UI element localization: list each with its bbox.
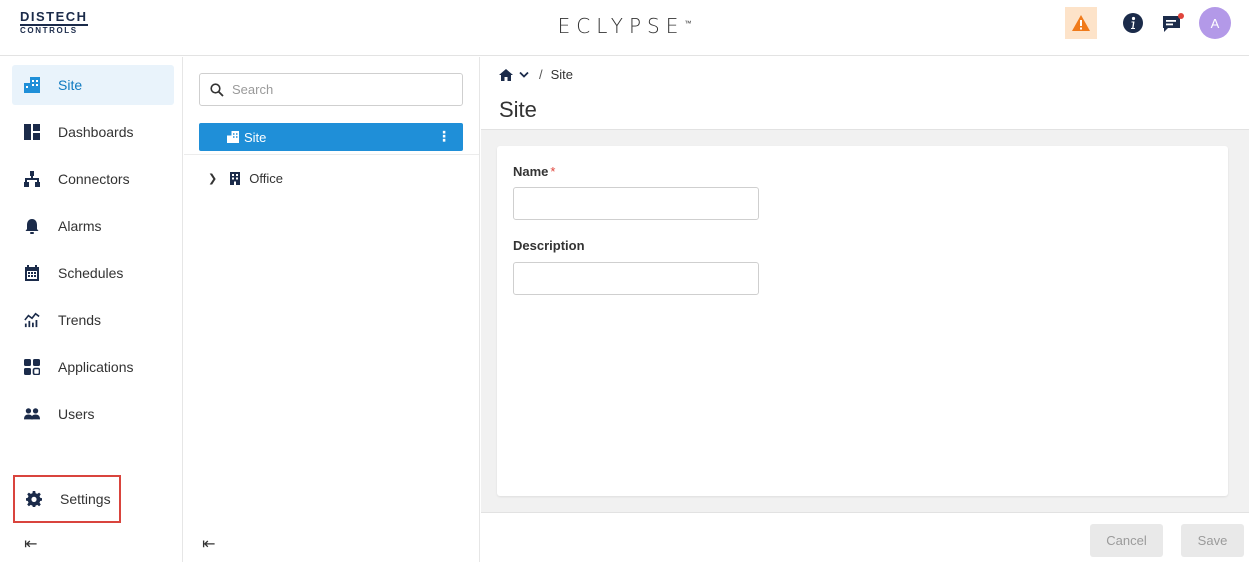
tree-item-label: Site (244, 129, 267, 145)
building-icon (24, 77, 40, 93)
info-circle-icon (1123, 13, 1143, 33)
sidebar-item-label: Applications (58, 359, 134, 375)
site-form-card: Name * Description (497, 146, 1228, 496)
name-field[interactable] (513, 187, 759, 220)
product-name: ECLYPSE (557, 14, 685, 38)
sidebar-item-label: Trends (58, 312, 102, 328)
description-label: Description (513, 238, 585, 253)
cancel-button[interactable]: Cancel (1090, 524, 1163, 557)
sidebar-item-label: Users (58, 406, 95, 422)
sidebar-item-label: Settings (60, 491, 111, 507)
tree-item-label: Office (249, 171, 283, 186)
tree-search (199, 73, 463, 106)
sidebar-item-connectors[interactable]: Connectors (12, 159, 174, 199)
app-header: DISTECH CONTROLS ECLYPSE™ A (0, 0, 1249, 56)
more-options-icon[interactable]: ⋮ (437, 128, 451, 145)
sidebar-item-label: Alarms (58, 218, 102, 234)
breadcrumb-separator: / (539, 67, 543, 82)
sidebar-item-dashboards[interactable]: Dashboards (12, 112, 174, 152)
apps-grid-icon (24, 359, 40, 375)
description-field[interactable] (513, 262, 759, 295)
collapse-nav-icon[interactable]: ⇤ (24, 534, 37, 554)
sidebar-item-label: Connectors (58, 171, 130, 187)
sidebar-item-alarms[interactable]: Alarms (12, 206, 174, 246)
office-building-icon (230, 172, 241, 185)
sidebar-item-schedules[interactable]: Schedules (12, 253, 174, 293)
warning-triangle-icon (1072, 15, 1090, 31)
save-button[interactable]: Save (1181, 524, 1244, 557)
product-logo: ECLYPSE™ (0, 14, 1249, 38)
sidebar-item-label: Dashboards (58, 124, 134, 140)
sidebar-item-settings[interactable]: Settings (14, 479, 118, 519)
form-footer: Cancel Save (481, 512, 1249, 562)
main-content: / Site Site Name * Description Cancel Sav… (481, 57, 1249, 562)
sidebar-item-applications[interactable]: Applications (12, 347, 174, 387)
chevron-down-icon[interactable] (519, 71, 529, 79)
sidebar-item-label: Schedules (58, 265, 124, 281)
trend-chart-icon (24, 312, 40, 328)
tree-item-site[interactable]: Site ⋮ (199, 123, 463, 151)
breadcrumb: / Site (499, 67, 573, 82)
page-header: / Site Site (481, 57, 1249, 130)
header-actions: A (1065, 7, 1231, 39)
chat-notification-icon (1163, 13, 1184, 32)
sidebar-item-users[interactable]: Users (12, 394, 174, 434)
search-input[interactable] (232, 82, 432, 97)
network-icon (24, 171, 40, 187)
breadcrumb-current: Site (550, 67, 574, 82)
alerts-button[interactable] (1065, 7, 1097, 39)
collapse-tree-icon[interactable]: ⇤ (202, 534, 215, 554)
messages-button[interactable] (1157, 7, 1189, 39)
gear-icon (26, 491, 42, 507)
sidebar: Site Dashboards Connectors Alarms Schedu… (0, 57, 183, 562)
search-icon (210, 82, 224, 97)
dashboard-icon (24, 124, 40, 140)
site-tree-panel: Site ⋮ ❯ Office ⇤ (184, 57, 480, 562)
trademark-mark: ™ (684, 19, 692, 28)
sidebar-item-label: Site (58, 77, 83, 93)
sidebar-item-site[interactable]: Site (12, 65, 174, 105)
home-icon[interactable] (499, 68, 513, 81)
users-icon (24, 406, 40, 422)
building-icon (227, 131, 239, 143)
required-marker: * (550, 164, 556, 179)
page-title: Site (499, 97, 537, 122)
bell-icon (24, 218, 40, 234)
tree-divider (184, 154, 479, 155)
user-avatar[interactable]: A (1199, 7, 1231, 39)
name-label-text: Name (513, 164, 549, 179)
chevron-right-icon[interactable]: ❯ (208, 172, 217, 185)
sidebar-item-trends[interactable]: Trends (12, 300, 174, 340)
calendar-icon (24, 265, 40, 281)
tree-item-office[interactable]: ❯ Office (208, 171, 283, 186)
name-label: Name * (513, 164, 555, 179)
info-button[interactable] (1117, 7, 1149, 39)
